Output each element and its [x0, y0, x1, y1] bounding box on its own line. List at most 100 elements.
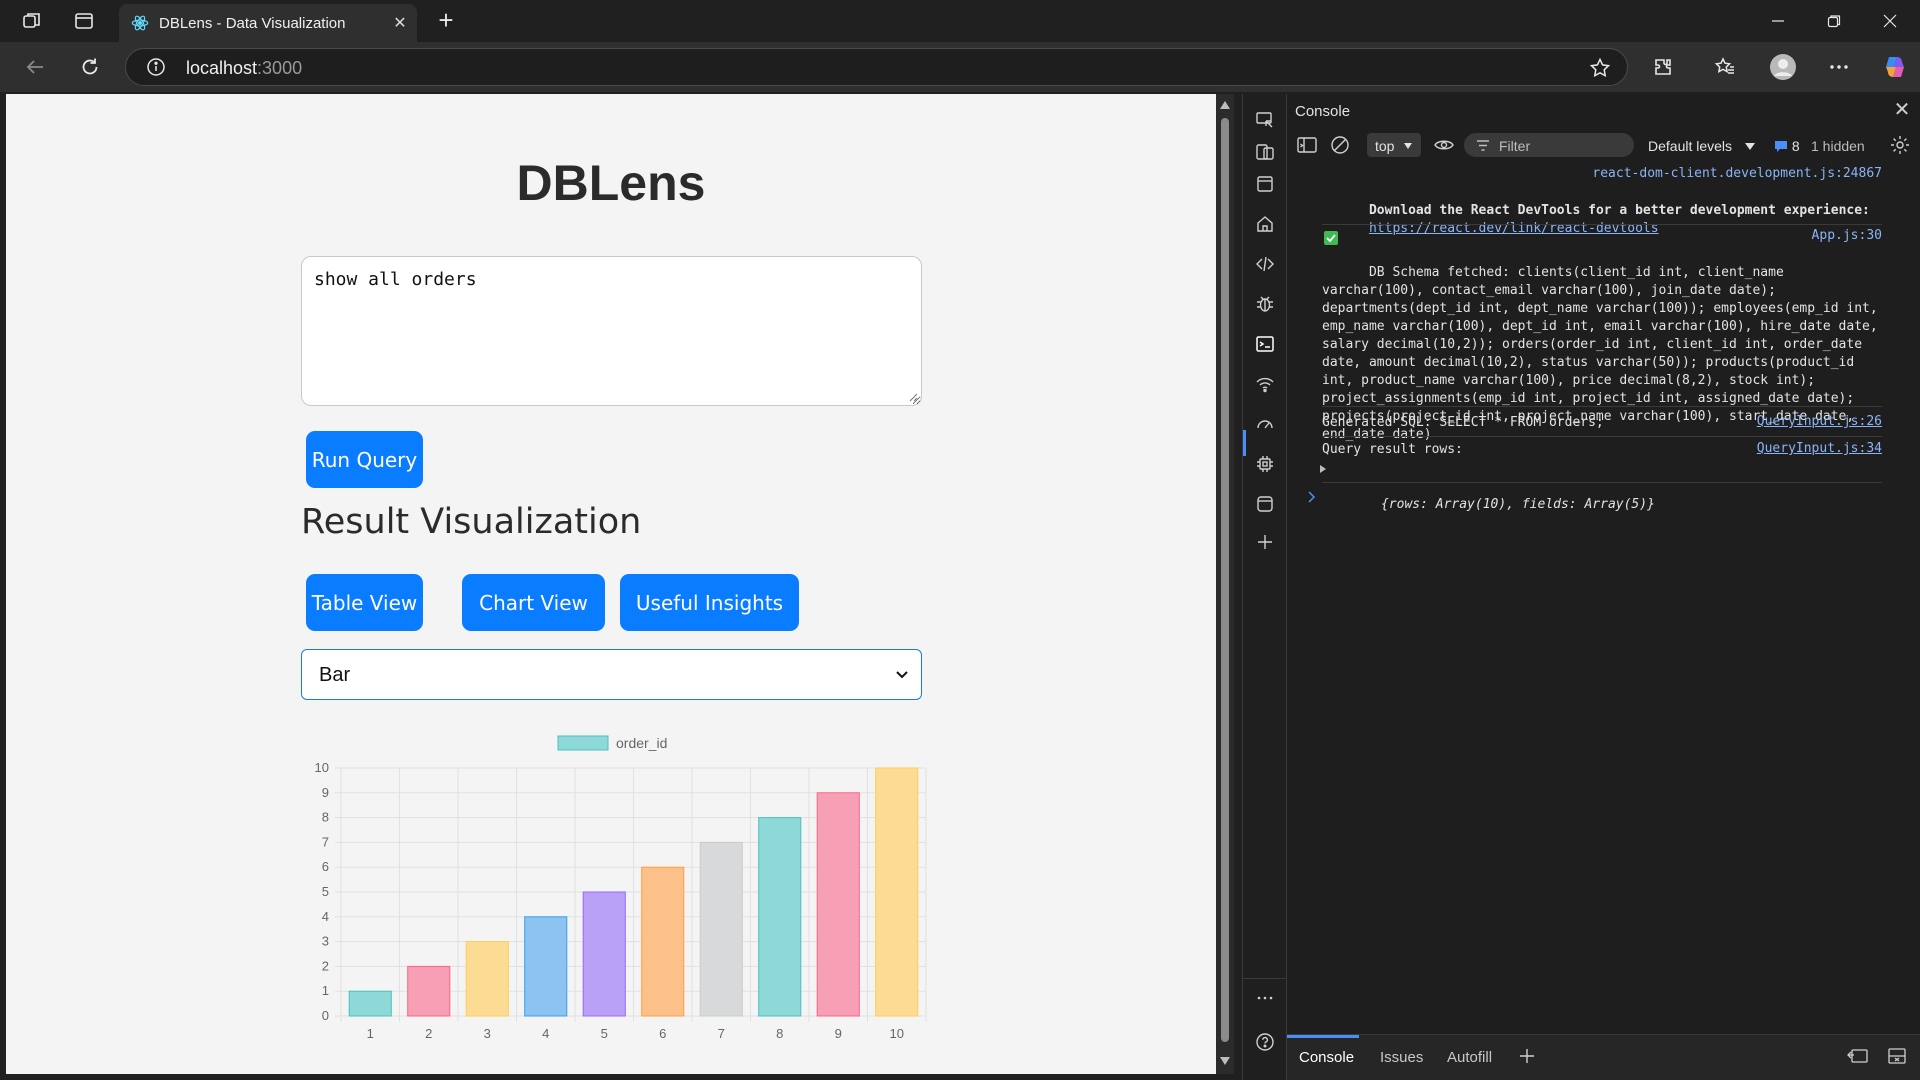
add-drawer-tab-plus-icon[interactable]	[1518, 1047, 1536, 1065]
chevron-down-icon	[896, 671, 908, 679]
dock-icon[interactable]	[1847, 1047, 1869, 1065]
drawer-tab-issues[interactable]: Issues	[1380, 1049, 1423, 1066]
bar	[524, 916, 568, 1017]
tab-strip: DBLens - Data Visualization ✕ +	[0, 0, 1920, 42]
network-icon[interactable]	[1253, 372, 1277, 396]
active-indicator	[1243, 430, 1246, 456]
x-tick-label: 2	[425, 1026, 432, 1041]
back-icon[interactable]	[21, 53, 49, 81]
y-tick-label: 5	[322, 884, 329, 899]
devtools-drawer-tabs: Console Issues Autofill	[1287, 1034, 1920, 1080]
live-expression-eye-icon[interactable]	[1434, 136, 1454, 154]
drawer-tab-autofill[interactable]: Autofill	[1447, 1049, 1492, 1066]
message-source-link[interactable]: react-dom-client.development.js:24867	[1592, 166, 1882, 181]
extensions-icon[interactable]	[1648, 52, 1678, 82]
filter-placeholder: Filter	[1499, 138, 1531, 154]
filter-icon	[1477, 140, 1489, 151]
y-tick-label: 8	[322, 810, 329, 825]
help-icon[interactable]	[1253, 1030, 1277, 1054]
caret-down-icon	[1744, 143, 1755, 150]
restore-icon[interactable]	[1806, 0, 1862, 42]
devtools-activity-bar	[1242, 94, 1288, 1080]
performance-icon[interactable]	[1253, 412, 1277, 436]
scrollbar-thumb[interactable]	[1221, 118, 1229, 1042]
useful-insights-button[interactable]: Useful Insights	[620, 574, 799, 631]
console-prompt-icon[interactable]	[1307, 491, 1317, 503]
refresh-icon[interactable]	[76, 53, 104, 81]
x-tick-label: 10	[890, 1026, 904, 1041]
scroll-down-icon[interactable]	[1219, 1056, 1231, 1066]
inspect-element-icon[interactable]	[1253, 108, 1277, 132]
memory-icon[interactable]	[1253, 452, 1277, 476]
home-icon[interactable]	[1253, 212, 1277, 236]
site-info-icon[interactable]	[146, 57, 166, 77]
query-input[interactable]: show all orders	[301, 256, 922, 406]
log-levels-dropdown[interactable]: Default levels	[1648, 138, 1756, 154]
expand-triangle-icon[interactable]	[1319, 464, 1327, 474]
toolbar: localhost:3000	[0, 42, 1920, 92]
new-tab-button[interactable]: +	[431, 6, 461, 36]
bar	[407, 965, 451, 1017]
more-icon[interactable]	[1253, 986, 1277, 1010]
expandable-object[interactable]: {rows: Array(10), fields: Array(5)}	[1320, 460, 1894, 532]
devtools-console-panel: Console ✕ top Filter Default levels 8 1 …	[1287, 94, 1920, 1080]
message-icon	[1775, 141, 1787, 152]
scroll-up-icon[interactable]	[1219, 100, 1231, 110]
address-bar[interactable]: localhost:3000	[125, 48, 1628, 86]
chart-type-select[interactable]: Bar	[301, 649, 922, 700]
sidebar-toggle-icon[interactable]	[1297, 136, 1317, 154]
chart-view-button[interactable]: Chart View	[462, 574, 605, 631]
minimize-icon[interactable]	[1750, 0, 1806, 42]
x-tick-label: 7	[718, 1026, 725, 1041]
resize-handle-icon[interactable]	[908, 392, 918, 402]
close-window-icon[interactable]	[1862, 0, 1918, 42]
url-port: :3000	[257, 58, 303, 78]
elements-icon[interactable]	[1253, 252, 1277, 276]
workspaces-icon[interactable]	[19, 8, 45, 34]
copilot-icon[interactable]	[1880, 52, 1910, 82]
console-message: Query result rows:	[1322, 442, 1463, 457]
page-title: DBLens	[516, 155, 706, 211]
x-tick-label: 4	[542, 1026, 549, 1041]
console-filter-input[interactable]: Filter	[1464, 133, 1634, 157]
bar	[582, 891, 626, 1017]
context-label: top	[1375, 138, 1395, 154]
bar-chart: 0 1 2 3 4 5 6 7 8 9 10 1 2 3 4 5 6 7 8 9 10 order_id	[315, 735, 927, 1041]
message-separator	[1322, 406, 1882, 407]
profile-avatar[interactable]	[1768, 52, 1798, 82]
legend-label: order_id	[616, 735, 667, 751]
more-tools-plus-icon[interactable]	[1253, 530, 1277, 554]
page-scrollbar[interactable]	[1216, 94, 1234, 1074]
page-viewport: DBLens show all orders Run Query Result …	[6, 94, 1216, 1074]
table-view-button[interactable]: Table View	[306, 574, 423, 631]
clear-console-icon[interactable]	[1330, 135, 1350, 155]
tab-dblens[interactable]: DBLens - Data Visualization ✕	[119, 4, 417, 42]
vertical-tabs-icon[interactable]	[71, 8, 97, 34]
context-selector[interactable]: top	[1367, 133, 1421, 157]
drawer-tab-console[interactable]: Console	[1299, 1049, 1354, 1066]
favorites-icon[interactable]	[1710, 52, 1740, 82]
favorite-star-icon[interactable]	[1589, 57, 1611, 79]
tab-close-icon[interactable]: ✕	[389, 12, 411, 34]
issues-counter[interactable]: 8	[1774, 138, 1800, 154]
message-separator	[1322, 436, 1882, 437]
tab-title: DBLens - Data Visualization	[159, 15, 346, 32]
x-tick-label: 9	[835, 1026, 842, 1041]
bar	[348, 990, 392, 1017]
console-settings-gear-icon[interactable]	[1889, 134, 1911, 156]
device-emulation-icon[interactable]	[1253, 140, 1277, 164]
more-options-icon[interactable]	[1824, 52, 1854, 82]
application-icon[interactable]	[1253, 492, 1277, 516]
console-icon[interactable]	[1253, 332, 1277, 356]
run-query-button[interactable]: Run Query	[306, 431, 423, 488]
close-drawer-icon[interactable]	[1887, 1047, 1907, 1065]
y-tick-label: 4	[322, 909, 329, 924]
x-tick-label: 5	[601, 1026, 608, 1041]
close-panel-icon[interactable]: ✕	[1892, 100, 1912, 120]
window-icon[interactable]	[1253, 172, 1277, 196]
x-tick-label: 8	[776, 1026, 783, 1041]
bar	[699, 841, 743, 1017]
y-tick-label: 10	[315, 760, 329, 775]
bar	[875, 767, 919, 1017]
bug-icon[interactable]	[1253, 292, 1277, 316]
